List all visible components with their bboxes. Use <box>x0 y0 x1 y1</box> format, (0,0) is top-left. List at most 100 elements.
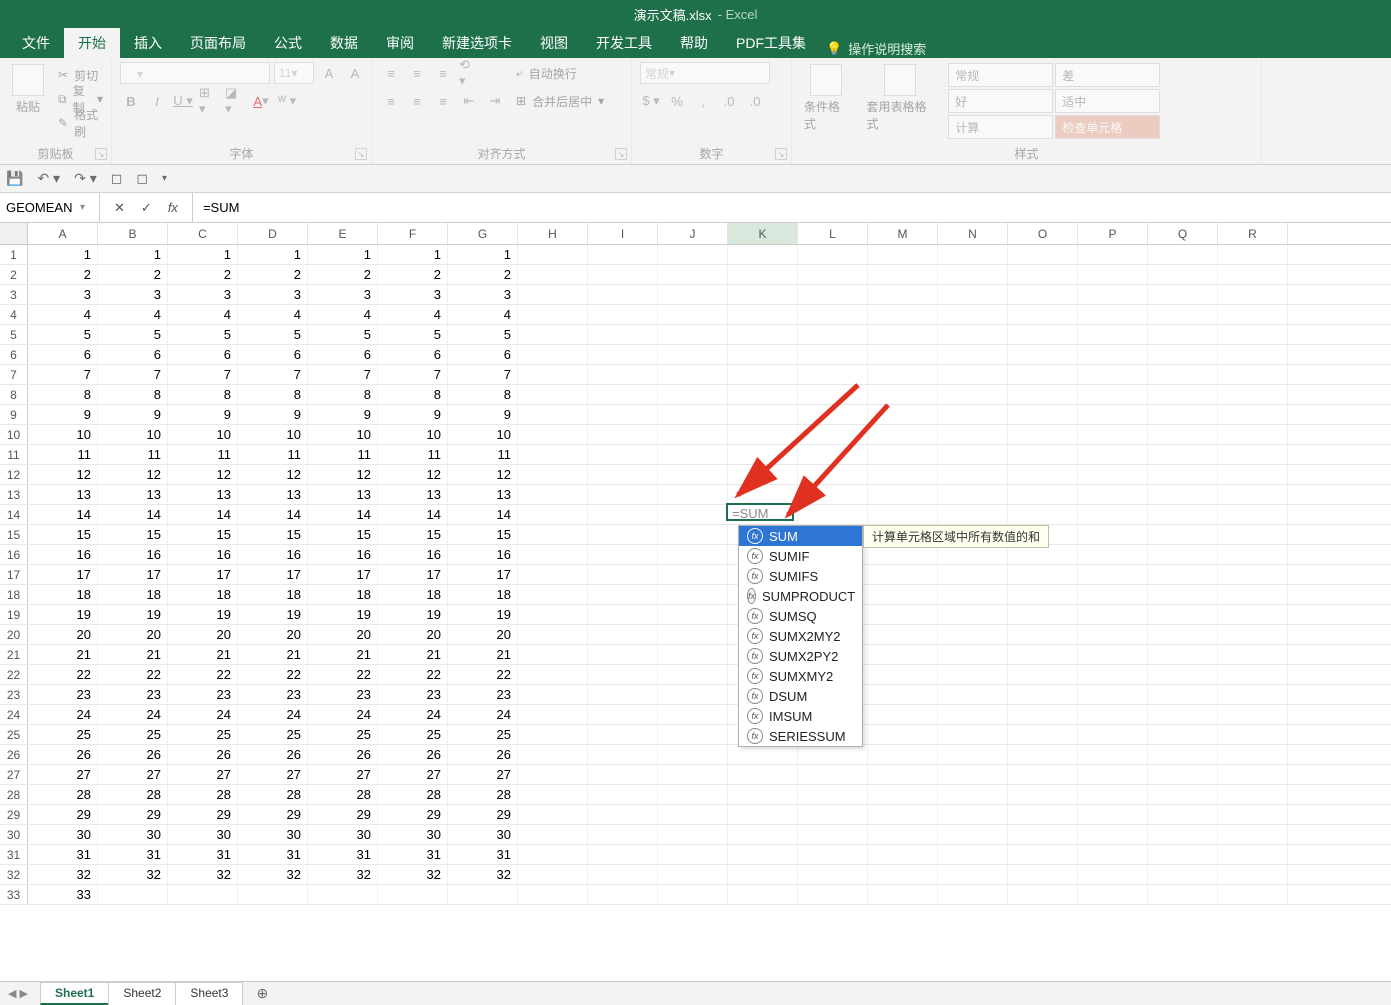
cell[interactable]: 31 <box>168 845 238 864</box>
cell[interactable]: 24 <box>238 705 308 724</box>
cell[interactable]: 28 <box>448 785 518 804</box>
cell[interactable] <box>1078 665 1148 684</box>
cell[interactable] <box>868 725 938 744</box>
cell[interactable]: 4 <box>168 305 238 324</box>
percent-button[interactable]: % <box>666 90 688 112</box>
autocomplete-item[interactable]: fxIMSUM <box>739 706 862 726</box>
cell[interactable]: 6 <box>308 345 378 364</box>
cell[interactable] <box>1078 805 1148 824</box>
cell[interactable] <box>1008 345 1078 364</box>
undo-button[interactable]: ↶ ▾ <box>37 170 60 187</box>
cell[interactable]: 18 <box>448 585 518 604</box>
cell[interactable] <box>658 705 728 724</box>
cell[interactable] <box>1008 385 1078 404</box>
cell[interactable] <box>658 725 728 744</box>
cell[interactable]: 12 <box>98 465 168 484</box>
cell[interactable] <box>1008 845 1078 864</box>
cell[interactable]: 26 <box>448 745 518 764</box>
cell[interactable] <box>1218 865 1288 884</box>
cell[interactable] <box>518 885 588 904</box>
cell[interactable]: 20 <box>28 625 98 644</box>
cell[interactable]: 25 <box>28 725 98 744</box>
cell[interactable] <box>798 885 868 904</box>
cell[interactable] <box>938 845 1008 864</box>
cell[interactable] <box>588 705 658 724</box>
cell[interactable] <box>588 745 658 764</box>
cell[interactable] <box>1078 325 1148 344</box>
cell[interactable]: 3 <box>308 285 378 304</box>
cell[interactable]: 28 <box>238 785 308 804</box>
cell[interactable]: 32 <box>98 865 168 884</box>
cell[interactable]: 10 <box>448 425 518 444</box>
row-header[interactable]: 1 <box>0 245 28 264</box>
cell[interactable] <box>1078 645 1148 664</box>
cell[interactable]: 6 <box>28 345 98 364</box>
column-header[interactable]: J <box>658 223 728 244</box>
cell[interactable]: 23 <box>308 685 378 704</box>
cell[interactable] <box>1218 705 1288 724</box>
cell[interactable] <box>1078 585 1148 604</box>
ribbon-tab-审阅[interactable]: 审阅 <box>372 28 428 58</box>
cell[interactable]: 12 <box>168 465 238 484</box>
cell[interactable] <box>1218 305 1288 324</box>
cell[interactable] <box>868 585 938 604</box>
cell[interactable] <box>658 685 728 704</box>
cell[interactable] <box>868 385 938 404</box>
cell[interactable]: 32 <box>168 865 238 884</box>
cell[interactable] <box>798 825 868 844</box>
cell[interactable] <box>1148 525 1218 544</box>
cell[interactable]: 24 <box>378 705 448 724</box>
row-header[interactable]: 2 <box>0 265 28 284</box>
cell[interactable] <box>1078 365 1148 384</box>
cell[interactable] <box>1078 605 1148 624</box>
cell-styles-gallery[interactable]: 常规差好适中计算检查单元格 <box>947 62 1253 140</box>
cell[interactable] <box>798 385 868 404</box>
cell[interactable]: 26 <box>378 745 448 764</box>
formula-input[interactable]: =SUM <box>193 200 249 215</box>
cell[interactable] <box>938 565 1008 584</box>
cell[interactable] <box>588 605 658 624</box>
autocomplete-item[interactable]: fxSUMX2PY2 <box>739 646 862 666</box>
cell[interactable] <box>658 305 728 324</box>
cell[interactable] <box>1148 805 1218 824</box>
cell[interactable] <box>1078 825 1148 844</box>
cell[interactable] <box>588 765 658 784</box>
row-header[interactable]: 33 <box>0 885 28 904</box>
cell[interactable]: 14 <box>378 505 448 524</box>
cell[interactable]: 19 <box>308 605 378 624</box>
cell[interactable] <box>868 645 938 664</box>
cell[interactable] <box>1148 645 1218 664</box>
cell[interactable]: 19 <box>378 605 448 624</box>
cell[interactable]: 31 <box>378 845 448 864</box>
cell[interactable]: 19 <box>28 605 98 624</box>
cell[interactable] <box>798 785 868 804</box>
cell[interactable]: 19 <box>448 605 518 624</box>
cell[interactable] <box>658 265 728 284</box>
cell[interactable]: 6 <box>98 345 168 364</box>
cell[interactable] <box>658 585 728 604</box>
cell[interactable] <box>588 725 658 744</box>
cell[interactable] <box>728 385 798 404</box>
row-header[interactable]: 18 <box>0 585 28 604</box>
qat-button[interactable]: ◻ <box>111 170 123 187</box>
cell[interactable]: 25 <box>378 725 448 744</box>
cell[interactable]: 4 <box>308 305 378 324</box>
autocomplete-item[interactable]: fxSUMX2MY2 <box>739 626 862 646</box>
cell[interactable]: 27 <box>28 765 98 784</box>
cell[interactable] <box>868 305 938 324</box>
cell[interactable] <box>168 885 238 904</box>
cell[interactable] <box>1218 365 1288 384</box>
cell[interactable]: 1 <box>238 245 308 264</box>
cell[interactable]: 28 <box>168 785 238 804</box>
cell[interactable]: 12 <box>238 465 308 484</box>
cell[interactable]: 17 <box>448 565 518 584</box>
cell[interactable] <box>588 285 658 304</box>
cell[interactable]: 30 <box>168 825 238 844</box>
cell[interactable]: 7 <box>448 365 518 384</box>
cell[interactable]: 27 <box>378 765 448 784</box>
cell[interactable] <box>1008 505 1078 524</box>
cell[interactable]: 1 <box>168 245 238 264</box>
font-family-select[interactable]: ▾ <box>120 62 270 84</box>
cell[interactable]: 4 <box>378 305 448 324</box>
column-header[interactable]: I <box>588 223 658 244</box>
